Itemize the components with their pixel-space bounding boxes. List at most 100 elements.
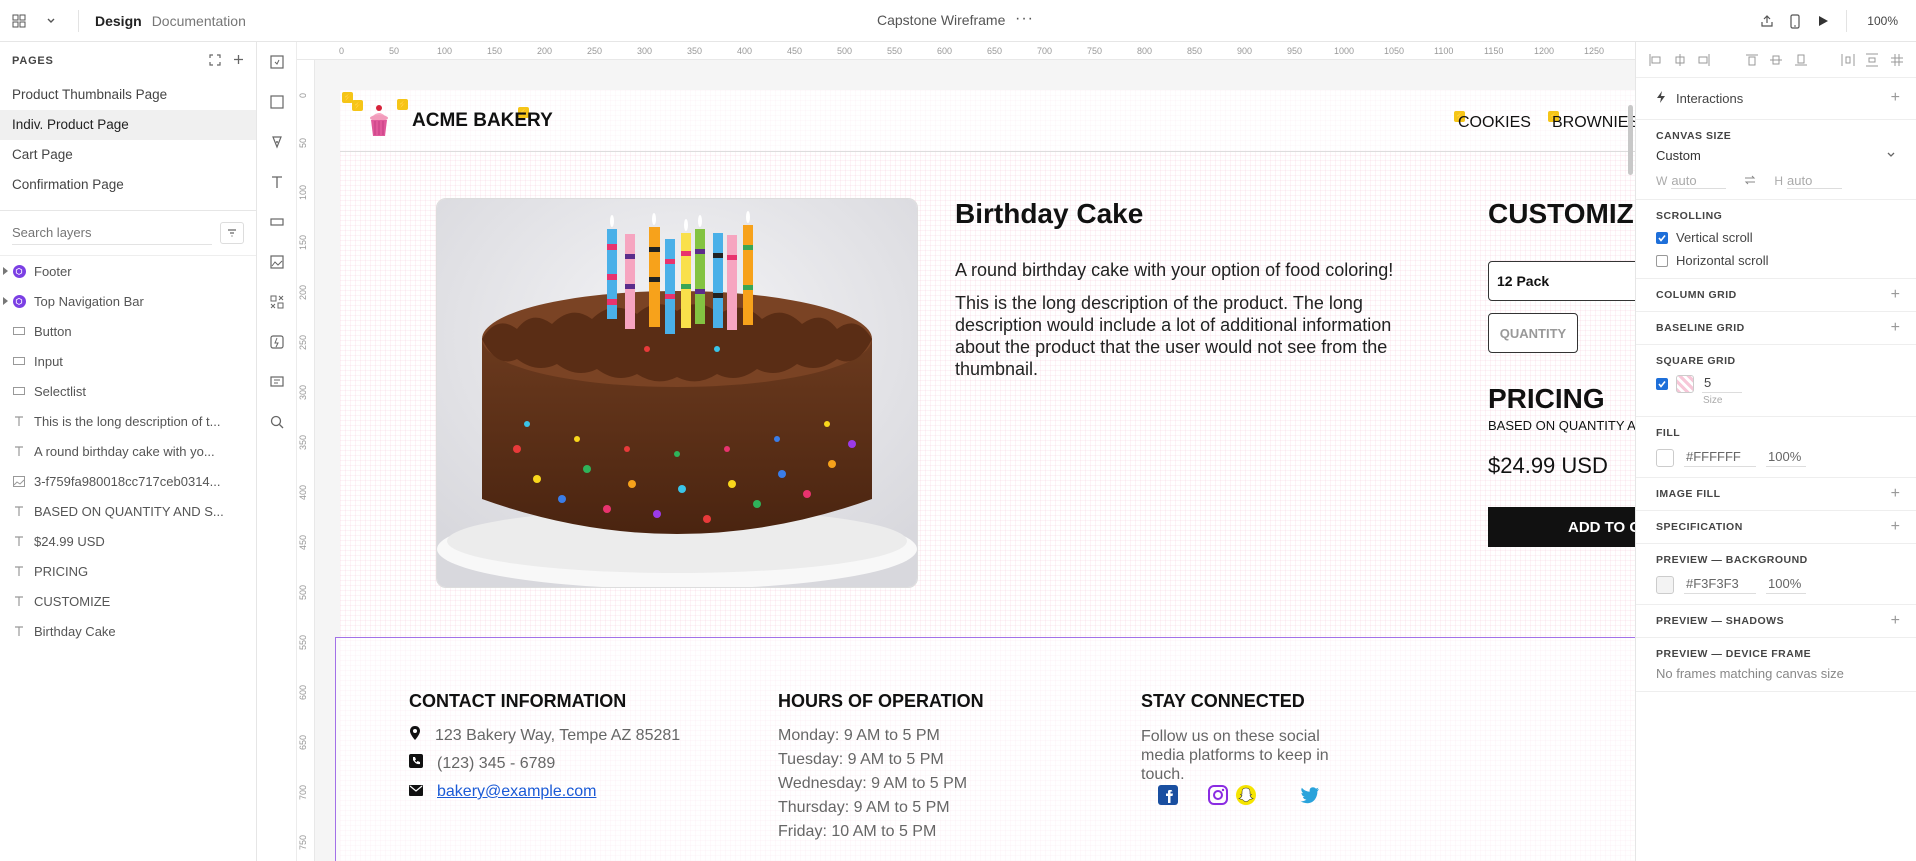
app-grid-icon[interactable] (8, 10, 30, 32)
column-grid-section[interactable]: COLUMN GRID + (1636, 279, 1916, 312)
chevron-down-icon[interactable] (40, 10, 62, 32)
page-item-confirmation[interactable]: Confirmation Page (0, 170, 256, 200)
interaction-flash-icon[interactable]: ⚡ (352, 100, 363, 111)
device-preview-icon[interactable] (1784, 10, 1806, 32)
layer-button[interactable]: Button (0, 316, 256, 346)
square-grid-checkbox[interactable] (1656, 378, 1668, 390)
twitter-icon[interactable] (1298, 783, 1322, 807)
search-layers-input[interactable] (12, 221, 212, 245)
email-link[interactable]: bakery@example.com (437, 783, 596, 801)
image-tool-icon[interactable] (267, 252, 287, 272)
fill-hex-input[interactable]: #FFFFFF (1684, 449, 1756, 467)
grid-layout-icon[interactable] (1890, 52, 1905, 68)
search-icon[interactable] (267, 412, 287, 432)
footer[interactable]: CONTACT INFORMATION 123 Bakery Way, Temp… (335, 637, 1635, 861)
nav-link-cookies[interactable]: COOKIES (1458, 114, 1531, 132)
product-long-description[interactable]: This is the long description of the prod… (955, 292, 1425, 380)
canvas-scrollbar[interactable] (1628, 105, 1633, 175)
facebook-icon[interactable] (1156, 783, 1180, 807)
expand-caret-icon[interactable] (3, 267, 8, 275)
add-image-fill-icon[interactable]: + (1891, 485, 1900, 503)
distribute-vertical-icon[interactable] (1865, 52, 1880, 68)
layer-input[interactable]: Input (0, 346, 256, 376)
page-item-cart[interactable]: Cart Page (0, 140, 256, 170)
add-baseline-grid-icon[interactable]: + (1891, 319, 1900, 337)
add-specification-icon[interactable]: + (1891, 518, 1900, 536)
export-icon[interactable] (1756, 10, 1778, 32)
pen-tool-icon[interactable] (267, 132, 287, 152)
add-shadow-icon[interactable]: + (1891, 612, 1900, 630)
layer-pricing-subtitle[interactable]: BASED ON QUANTITY AND S... (0, 496, 256, 526)
layer-long-description[interactable]: This is the long description of t... (0, 406, 256, 436)
align-top-icon[interactable] (1744, 52, 1759, 68)
product-short-description[interactable]: A round birthday cake with your option o… (955, 260, 1425, 281)
link-dimensions-icon[interactable] (1744, 174, 1756, 188)
horizontal-scroll-checkbox[interactable] (1656, 254, 1668, 267)
artboard-indiv-product[interactable]: ⚡ ⚡ ⚡ ⚡ ⚡ ⚡ ACME BAKERY COOKIES BROWNIES (335, 90, 1635, 861)
page-item-product-thumbnails[interactable]: Product Thumbnails Page (0, 80, 256, 110)
add-page-icon[interactable] (233, 54, 244, 68)
product-title[interactable]: Birthday Cake (955, 198, 1143, 230)
align-right-icon[interactable] (1697, 52, 1712, 68)
width-input[interactable] (1671, 173, 1727, 189)
square-grid-size-input[interactable]: 5 (1702, 375, 1742, 393)
preview-background-hex-input[interactable]: #F3F3F3 (1684, 576, 1756, 594)
design-canvas[interactable]: ⚡ ⚡ ⚡ ⚡ ⚡ ⚡ ACME BAKERY COOKIES BROWNIES (315, 60, 1635, 861)
pricing-subtitle[interactable]: BASED ON QUANTITY A (1488, 418, 1635, 433)
assets-tool-icon[interactable] (267, 292, 287, 312)
canvas-size-dropdown[interactable]: Custom (1656, 148, 1896, 163)
page-item-indiv-product[interactable]: Indiv. Product Page (0, 110, 256, 140)
nav-link-brownies[interactable]: BROWNIES (1552, 114, 1635, 132)
align-left-icon[interactable] (1648, 52, 1663, 68)
align-bottom-icon[interactable] (1793, 52, 1808, 68)
layer-short-description[interactable]: A round birthday cake with yo... (0, 436, 256, 466)
top-navigation-bar[interactable]: ⚡ ⚡ ⚡ ⚡ ⚡ ⚡ ACME BAKERY COOKIES BROWNIES (340, 90, 1635, 152)
cupcake-logo-icon[interactable] (368, 104, 390, 141)
component-tool-icon[interactable] (267, 212, 287, 232)
baseline-grid-section[interactable]: BASELINE GRID + (1636, 312, 1916, 345)
vertical-scroll-row[interactable]: Vertical scroll (1656, 230, 1896, 245)
fill-opacity-input[interactable]: 100% (1766, 449, 1806, 467)
text-tool-icon[interactable] (267, 172, 287, 192)
distribute-horizontal-icon[interactable] (1841, 52, 1856, 68)
snapchat-icon[interactable] (1234, 783, 1258, 807)
layer-top-navigation-bar[interactable]: ⬡ Top Navigation Bar (0, 286, 256, 316)
add-column-grid-icon[interactable]: + (1891, 286, 1900, 304)
play-icon[interactable] (1812, 10, 1834, 32)
layer-price[interactable]: $24.99 USD (0, 526, 256, 556)
align-center-vertical-icon[interactable] (1769, 52, 1784, 68)
document-more-button[interactable]: ··· (1015, 10, 1034, 28)
horizontal-scroll-row[interactable]: Horizontal scroll (1656, 253, 1896, 268)
brand-name[interactable]: ACME BAKERY (412, 110, 553, 132)
tab-documentation[interactable]: Documentation (152, 13, 246, 29)
tab-design[interactable]: Design (95, 13, 142, 29)
layer-image[interactable]: 3-f759fa980018cc717ceb0314... (0, 466, 256, 496)
fill-color-swatch[interactable] (1656, 449, 1674, 467)
add-interaction-icon[interactable]: + (1891, 89, 1900, 107)
interaction-tool-icon[interactable] (267, 332, 287, 352)
document-title[interactable]: Capstone Wireframe (877, 12, 1005, 28)
preview-shadows-section[interactable]: PREVIEW — SHADOWS + (1636, 605, 1916, 638)
instagram-icon[interactable] (1206, 783, 1230, 807)
fit-pages-icon[interactable] (209, 53, 221, 69)
layer-selectlist[interactable]: Selectlist (0, 376, 256, 406)
birthday-cake-image[interactable] (436, 198, 918, 588)
artboard-tool-icon[interactable] (267, 52, 287, 72)
align-center-horizontal-icon[interactable] (1673, 52, 1688, 68)
expand-caret-icon[interactable] (3, 297, 8, 305)
preview-background-opacity-input[interactable]: 100% (1766, 576, 1806, 594)
rectangle-tool-icon[interactable] (267, 92, 287, 112)
comment-tool-icon[interactable] (267, 372, 287, 392)
pricing-title[interactable]: PRICING (1488, 383, 1605, 415)
layer-footer[interactable]: ⬡ Footer (0, 256, 256, 286)
grid-color-swatch[interactable] (1676, 375, 1694, 393)
pack-selectlist[interactable]: 12 Pack (1488, 261, 1635, 301)
image-fill-section[interactable]: IMAGE FILL + (1636, 478, 1916, 511)
layer-pricing[interactable]: PRICING (0, 556, 256, 586)
quantity-input[interactable]: QUANTITY (1488, 313, 1578, 353)
vertical-scroll-checkbox[interactable] (1656, 231, 1668, 244)
interactions-section[interactable]: Interactions + (1636, 78, 1916, 120)
layer-birthday-cake[interactable]: Birthday Cake (0, 616, 256, 646)
interaction-flash-icon[interactable]: ⚡ (397, 99, 408, 110)
customize-title[interactable]: CUSTOMIZE (1488, 198, 1635, 230)
